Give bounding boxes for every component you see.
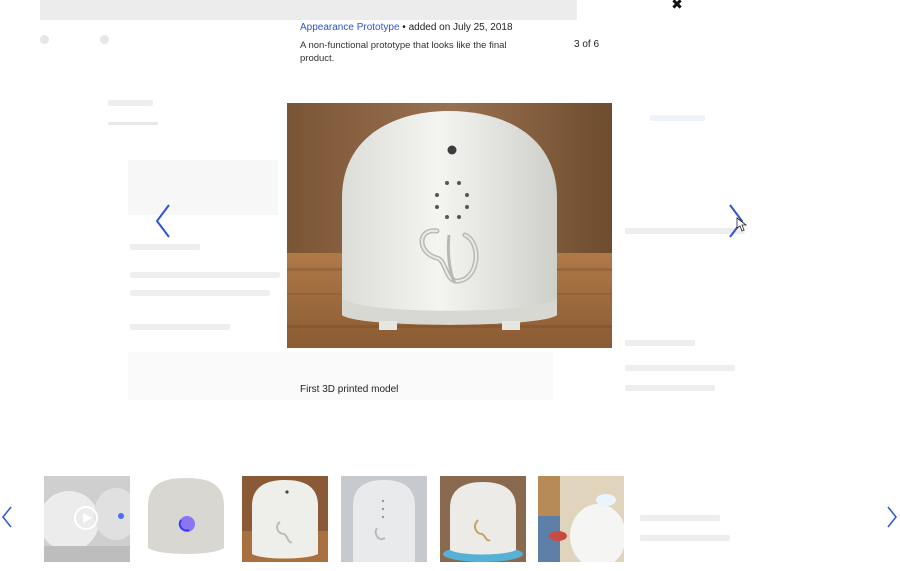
thumbnail-3d-printed-model[interactable] (242, 476, 328, 562)
category-link[interactable]: Appearance Prototype (300, 22, 400, 33)
image-counter: 3 of 6 (574, 39, 600, 50)
added-date: • added on July 25, 2018 (399, 22, 513, 33)
background-header-bar (40, 0, 577, 20)
background-dot (40, 35, 49, 44)
background-text (625, 365, 735, 371)
thumbnail-glowing-device[interactable] (440, 476, 526, 562)
background-text (640, 515, 720, 521)
background-button (650, 115, 705, 121)
background-text (130, 244, 200, 250)
background-dot (100, 35, 109, 44)
close-icon[interactable]: ✖ (670, 0, 684, 11)
previous-image-button[interactable] (155, 204, 171, 238)
background-text (130, 272, 280, 278)
image-caption: First 3D printed model (300, 384, 399, 395)
background-card (128, 160, 278, 215)
chevron-right-icon (887, 506, 897, 528)
lightbox-header: Appearance Prototype • added on July 25,… (300, 21, 600, 65)
play-icon (74, 506, 98, 530)
thumbnails-previous-button[interactable] (2, 506, 12, 533)
image-meta: Appearance Prototype • added on July 25,… (300, 21, 600, 35)
background-text (625, 385, 715, 391)
thumbnail-child-with-device[interactable] (538, 476, 624, 562)
background-text (625, 228, 745, 234)
background-text (640, 535, 730, 541)
next-image-button[interactable] (728, 204, 748, 238)
thumbnail-lit-device[interactable] (143, 476, 229, 562)
chevron-left-icon (155, 204, 170, 238)
background-text (108, 122, 158, 125)
background-text (130, 290, 270, 296)
thumbnail-video[interactable] (44, 476, 130, 562)
image-description: A non-functional prototype that looks li… (300, 40, 507, 64)
background-text (625, 340, 695, 346)
background-text (130, 324, 230, 330)
thumbnails-next-button[interactable] (887, 506, 897, 533)
background-text (108, 100, 153, 106)
main-photo (287, 103, 612, 348)
chevron-left-icon (2, 506, 12, 528)
chevron-right-icon (729, 204, 748, 238)
thumbnail-grey-device[interactable] (341, 476, 427, 562)
